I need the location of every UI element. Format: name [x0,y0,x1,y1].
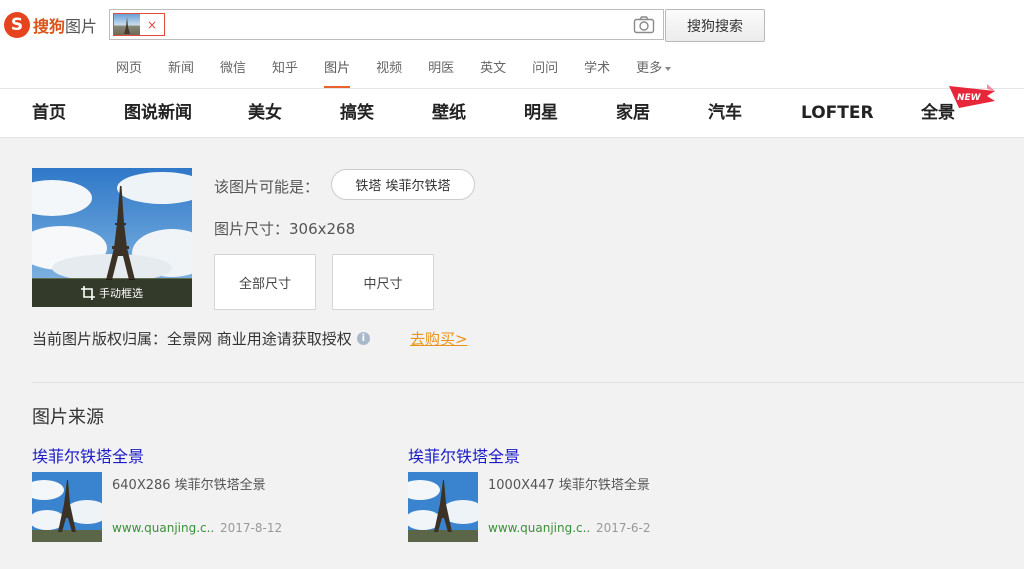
category-home-decor[interactable]: 家居 [616,89,650,137]
tab-wenwen[interactable]: 问问 [519,58,571,88]
logo-brand-text: 搜狗 [33,17,66,36]
sogou-logo-icon: S [4,12,30,38]
tab-web[interactable]: 网页 [103,58,155,88]
category-funny[interactable]: 搞笑 [340,89,374,137]
suggested-tag-button[interactable]: 铁塔 埃菲尔铁塔 [331,169,475,200]
tab-news[interactable]: 新闻 [155,58,207,88]
new-badge-label: NEW [957,93,982,103]
category-lofter[interactable]: LOFTER [801,89,874,137]
logo-product-text: 图片 [65,17,98,36]
category-cars[interactable]: 汽车 [708,89,742,137]
source-url[interactable]: www.quanjing.c.. [488,521,590,535]
category-beauty[interactable]: 美女 [248,89,282,137]
top-header: S 搜狗图片 × 搜狗搜索 网页 新闻 微信 知乎 图片 视频 明医 英文 问问 [0,0,1024,88]
manual-crop-label: 手动框选 [99,287,143,300]
tab-english[interactable]: 英文 [467,58,519,88]
medium-size-button[interactable]: 中尺寸 [332,254,434,310]
sources-section-title: 图片来源 [32,407,104,428]
crop-icon [81,286,95,300]
maybe-label: 该图片可能是： [214,178,320,196]
source-item: 埃菲尔铁塔全景 1000X447 埃菲尔铁塔全景 www.quanjing.c.… [408,443,768,543]
image-size-label: 图片尺寸：306x268 [214,220,356,238]
tab-weixin[interactable]: 微信 [207,58,259,88]
source-title-link[interactable]: 埃菲尔铁塔全景 [32,443,144,467]
source-item: 埃菲尔铁塔全景 640X286 埃菲尔铁塔全景 www.quanjing.c..… [32,443,392,543]
tab-more[interactable]: 更多 [623,58,684,88]
buy-link[interactable]: 去购买> [410,328,468,349]
tab-more-label: 更多 [636,61,663,76]
source-description: 640X286 埃菲尔铁塔全景 [112,478,266,493]
divider [32,382,1024,383]
sogou-logo[interactable]: S 搜狗图片 [4,11,97,39]
chip-close-icon[interactable]: × [140,18,164,32]
source-thumbnail[interactable] [408,472,478,542]
info-icon[interactable]: i [356,332,370,345]
source-date: 2017-8-12 [220,521,283,535]
tab-scholar[interactable]: 学术 [571,58,623,88]
new-badge: NEW [949,84,995,108]
category-wallpaper[interactable]: 壁纸 [432,89,466,137]
tab-images[interactable]: 图片 [311,58,363,88]
chevron-down-icon [665,66,672,71]
tab-zhihu[interactable]: 知乎 [259,58,311,88]
query-image-preview[interactable]: 手动框选 [32,168,192,307]
source-thumbnail-image [408,472,478,542]
source-thumbnail[interactable] [32,472,102,542]
source-date: 2017-6-2 [596,521,651,535]
tab-medical[interactable]: 明医 [415,58,467,88]
category-bar: 首页 图说新闻 美女 搞笑 壁纸 明星 家居 汽车 LOFTER 全景 [0,88,1024,138]
search-button[interactable]: 搜狗搜索 [665,9,765,42]
all-sizes-button[interactable]: 全部尺寸 [214,254,316,310]
tab-video[interactable]: 视频 [363,58,415,88]
query-image-thumbnail [114,14,140,35]
vertical-tabs: 网页 新闻 微信 知乎 图片 视频 明医 英文 问问 学术 更多 [103,58,684,88]
search-input[interactable]: × [109,9,664,40]
source-description: 1000X447 埃菲尔铁塔全景 [488,478,650,493]
category-stars[interactable]: 明星 [524,89,558,137]
source-title-link[interactable]: 埃菲尔铁塔全景 [408,443,520,467]
category-home[interactable]: 首页 [32,89,66,137]
source-thumbnail-image [32,472,102,542]
copyright-notice: 当前图片版权归属：全景网 商业用途请获取授权 i [32,328,370,349]
camera-icon[interactable] [633,15,655,35]
source-url[interactable]: www.quanjing.c.. [112,521,214,535]
copyright-text: 当前图片版权归属：全景网 商业用途请获取授权 [32,330,352,348]
manual-crop-button[interactable]: 手动框选 [32,279,192,307]
category-photo-news[interactable]: 图说新闻 [124,89,192,137]
query-image-chip[interactable]: × [113,13,165,36]
